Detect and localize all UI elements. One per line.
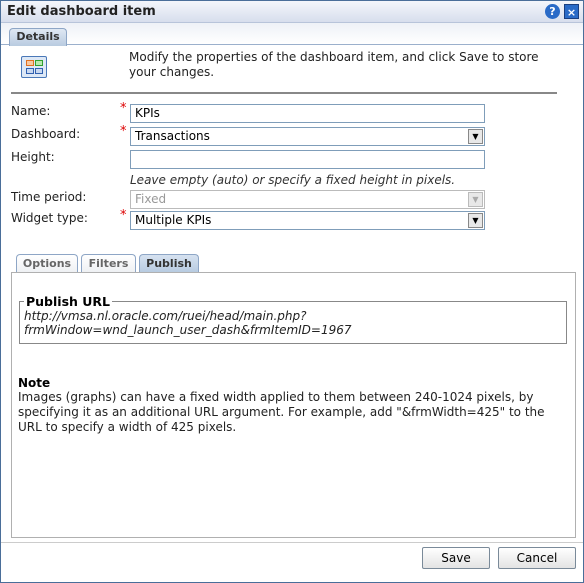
- required-marker: *: [120, 124, 127, 139]
- dashboard-icon: [21, 56, 47, 78]
- height-label: Height:: [11, 150, 55, 164]
- help-icon[interactable]: ?: [545, 4, 560, 19]
- dialog-title: Edit dashboard item: [7, 4, 156, 19]
- chevron-down-icon[interactable]: ▼: [468, 213, 483, 228]
- cancel-button[interactable]: Cancel: [498, 547, 576, 569]
- widget-type-value: Multiple KPIs: [135, 213, 212, 227]
- chevron-down-icon[interactable]: ▼: [468, 129, 483, 144]
- dashboard-select[interactable]: Transactions ▼: [130, 127, 485, 146]
- height-input[interactable]: [130, 150, 485, 169]
- title-bar[interactable]: Edit dashboard item ? ×: [1, 1, 583, 23]
- height-hint: Leave empty (auto) or specify a fixed he…: [130, 173, 456, 187]
- required-marker: *: [120, 101, 127, 116]
- subtab-options[interactable]: Options: [16, 254, 78, 273]
- name-label: Name:: [11, 104, 51, 118]
- subtab-publish[interactable]: Publish: [139, 254, 199, 273]
- edit-dashboard-item-dialog: Edit dashboard item ? × Details Modify t…: [0, 0, 584, 583]
- time-period-label: Time period:: [11, 190, 87, 204]
- publish-url-line2[interactable]: frmWindow=wnd_launch_user_dash&frmItemID…: [24, 323, 562, 337]
- note-text: Images (graphs) can have a fixed width a…: [18, 390, 545, 434]
- time-period-value: Fixed: [135, 192, 167, 206]
- chevron-down-icon: ▼: [468, 192, 483, 207]
- required-marker: *: [120, 208, 127, 223]
- publish-url-legend: Publish URL: [26, 294, 111, 309]
- note-title: Note: [18, 376, 51, 390]
- footer: [1, 542, 583, 582]
- tab-bar: Details: [1, 23, 583, 46]
- close-icon[interactable]: ×: [564, 4, 579, 19]
- name-input[interactable]: KPIs: [130, 104, 485, 123]
- publish-url-group: Publish URL http://vmsa.nl.oracle.com/ru…: [19, 294, 567, 344]
- divider: [11, 92, 557, 94]
- dashboard-value: Transactions: [135, 129, 210, 143]
- save-button[interactable]: Save: [422, 547, 490, 569]
- subtab-filters[interactable]: Filters: [81, 254, 136, 273]
- intro-text: Modify the properties of the dashboard i…: [129, 50, 539, 79]
- widget-type-label: Widget type:: [11, 211, 88, 225]
- time-period-select: Fixed ▼: [130, 190, 485, 209]
- dashboard-label: Dashboard:: [11, 127, 81, 141]
- publish-url-line1[interactable]: http://vmsa.nl.oracle.com/ruei/head/main…: [24, 309, 562, 323]
- widget-type-select[interactable]: Multiple KPIs ▼: [130, 211, 485, 230]
- tab-details[interactable]: Details: [9, 28, 67, 46]
